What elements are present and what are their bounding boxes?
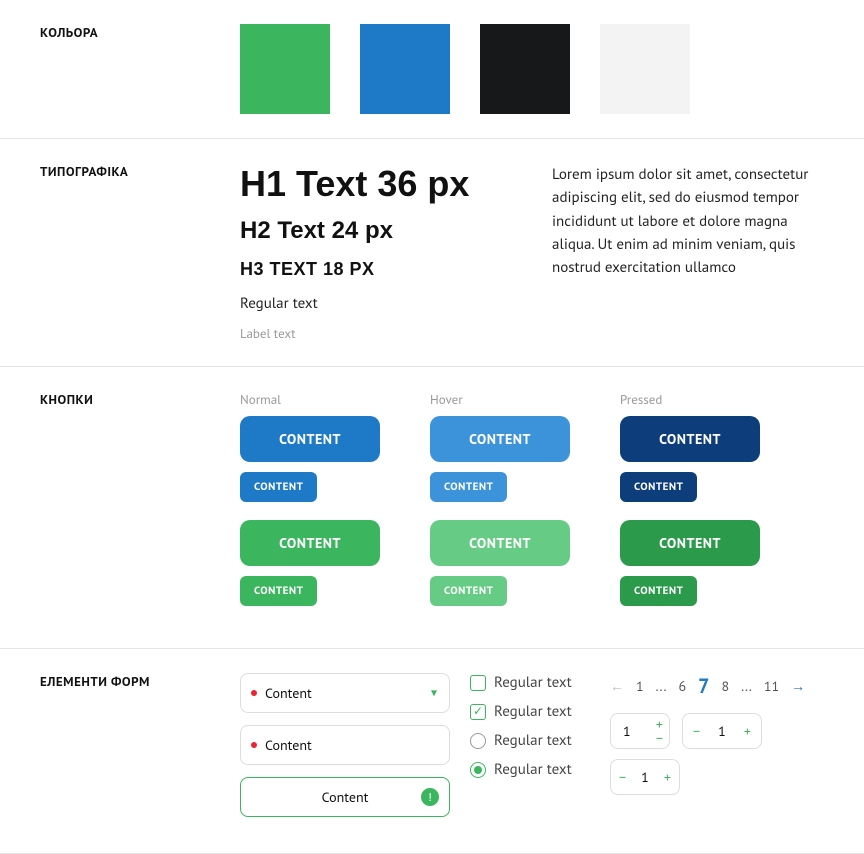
page-ellipsis: ...	[741, 677, 752, 695]
checkbox-checked-icon: ✓	[470, 704, 486, 720]
pagination: ← 1 ... 6 7 8 ... 11 →	[610, 673, 824, 699]
minus-icon[interactable]: −	[693, 722, 700, 740]
button-small-blue-pressed[interactable]: CONTENT	[620, 472, 697, 502]
button-state-hover: Hover	[430, 391, 590, 408]
checkbox-unchecked[interactable]: Regular text	[470, 673, 590, 692]
button-large-blue-normal[interactable]: CONTENT	[240, 416, 380, 462]
color-swatch-green	[240, 24, 330, 114]
button-large-green-pressed[interactable]: CONTENT	[620, 520, 760, 566]
radio-label: Regular text	[494, 731, 572, 750]
section-colors: КОЛЬОРА	[0, 0, 864, 139]
checkbox-checked[interactable]: ✓ Regular text	[470, 702, 590, 721]
page-number[interactable]: 6	[678, 677, 686, 695]
button-small-blue-hover[interactable]: CONTENT	[430, 472, 507, 502]
checkbox-label: Regular text	[494, 673, 572, 692]
stepper-value: 1	[718, 722, 726, 740]
checkbox-icon	[470, 675, 486, 691]
radio-label: Regular text	[494, 760, 572, 779]
regular-text: Regular text	[240, 294, 512, 313]
arrow-left-icon[interactable]: ←	[610, 677, 624, 695]
radio-unchecked[interactable]: Regular text	[470, 731, 590, 750]
section-forms: ЕЛЕМЕНТИ ФОРМ Content ▾ Content Content …	[0, 649, 864, 854]
section-label-forms: ЕЛЕМЕНТИ ФОРМ	[40, 673, 240, 829]
dropdown-input[interactable]: Content ▾	[240, 673, 450, 713]
page-number[interactable]: 1	[636, 677, 644, 695]
section-label-colors: КОЛЬОРА	[40, 24, 240, 114]
color-swatch-black	[480, 24, 570, 114]
page-number[interactable]: 11	[764, 677, 779, 695]
plus-icon[interactable]: +	[744, 722, 751, 740]
color-swatch-blue	[360, 24, 450, 114]
text-input-success[interactable]: Content !	[240, 777, 450, 817]
button-large-green-hover[interactable]: CONTENT	[430, 520, 570, 566]
stepper-small[interactable]: − 1 +	[610, 759, 680, 795]
plus-icon[interactable]: +	[664, 768, 671, 786]
page-ellipsis: ...	[656, 677, 667, 695]
chevron-down-icon: ▾	[431, 686, 437, 701]
section-buttons: КНОПКИ Normal CONTENT CONTENT CONTENT CO…	[0, 367, 864, 649]
button-state-pressed: Pressed	[620, 391, 780, 408]
heading-h1: H1 Text 36 px	[240, 163, 512, 205]
radio-checked[interactable]: Regular text	[470, 760, 590, 779]
button-large-blue-hover[interactable]: CONTENT	[430, 416, 570, 462]
dropdown-value: Content	[265, 684, 312, 702]
section-label-buttons: КНОПКИ	[40, 391, 240, 624]
button-small-green-pressed[interactable]: CONTENT	[620, 576, 697, 606]
input-value-success: Content	[322, 788, 369, 806]
paragraph-text: Lorem ipsum dolor sit amet, consectetur …	[552, 163, 824, 279]
page-number[interactable]: 8	[721, 677, 729, 695]
section-label-typography: ТИПОГРАФІКА	[40, 163, 240, 342]
exclamation-icon: !	[421, 788, 439, 806]
radio-checked-icon	[470, 762, 486, 778]
arrow-right-icon[interactable]: →	[791, 677, 805, 695]
button-large-blue-pressed[interactable]: CONTENT	[620, 416, 760, 462]
minus-icon[interactable]: −	[656, 731, 663, 745]
button-small-blue-normal[interactable]: CONTENT	[240, 472, 317, 502]
button-small-green-normal[interactable]: CONTENT	[240, 576, 317, 606]
stepper-horizontal[interactable]: − 1 +	[682, 713, 762, 749]
heading-h3: H3 TEXT 18 PX	[240, 259, 512, 280]
checkbox-label: Regular text	[494, 702, 572, 721]
button-state-normal: Normal	[240, 391, 400, 408]
swatch-row	[240, 24, 824, 114]
heading-h2: H2 Text 24 px	[240, 217, 512, 245]
input-value: Content	[265, 736, 312, 754]
section-typography: ТИПОГРАФІКА H1 Text 36 px H2 Text 24 px …	[0, 139, 864, 367]
color-swatch-light	[600, 24, 690, 114]
text-input[interactable]: Content	[240, 725, 450, 765]
button-large-green-normal[interactable]: CONTENT	[240, 520, 380, 566]
minus-icon[interactable]: −	[619, 768, 626, 786]
button-small-green-hover[interactable]: CONTENT	[430, 576, 507, 606]
page-number-current[interactable]: 7	[698, 673, 709, 699]
stepper-value: 1	[623, 722, 631, 740]
stepper-vertical[interactable]: 1 +−	[610, 713, 670, 749]
stepper-value: 1	[641, 768, 649, 786]
radio-icon	[470, 733, 486, 749]
label-text: Label text	[240, 325, 512, 342]
